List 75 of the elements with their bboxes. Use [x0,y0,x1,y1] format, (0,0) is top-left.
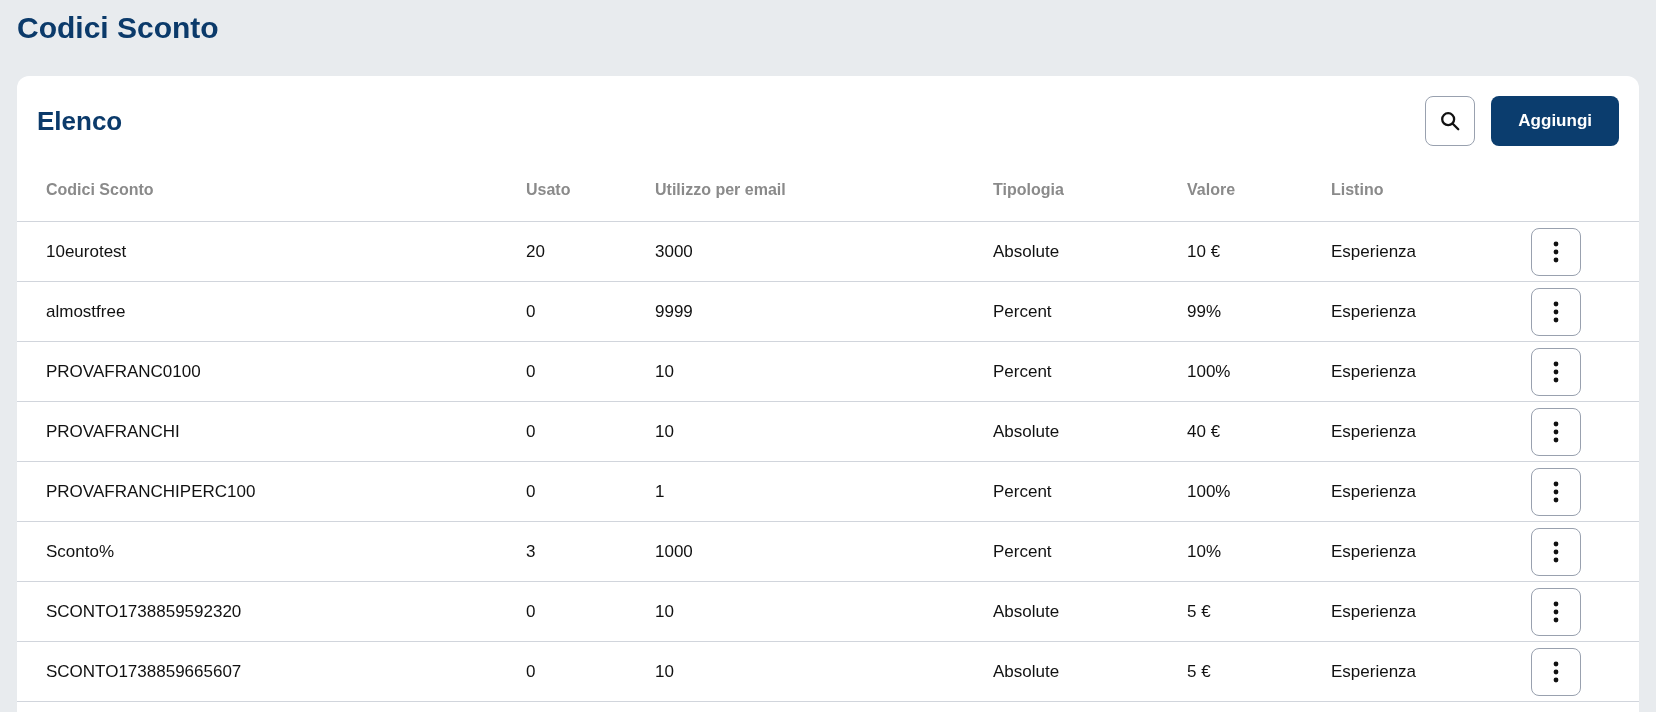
table-cell: 10eurotest [46,241,127,261]
table-cell: Esperienza [1331,601,1417,621]
row-menu-button[interactable] [1531,647,1581,696]
table-cell: 0 [526,661,536,681]
table-cell: Absolute [993,601,1060,621]
table-cell: Esperienza [1331,541,1417,561]
table-cell: 9999 [655,301,693,321]
table-cell: 3 [526,541,536,561]
table-cell: PROVAFRANCHIPERC100 [46,481,256,501]
row-menu-button[interactable] [1531,527,1581,576]
table-cell: Percent [993,481,1052,501]
search-button[interactable] [1425,96,1476,146]
table-cell: 0 [526,481,536,501]
search-icon [1439,110,1462,132]
table-cell: 5 € [1187,601,1211,621]
table-cell: PROVAFRANC0100 [46,361,201,381]
kebab-menu-icon [1553,300,1559,323]
kebab-menu-icon [1553,420,1559,443]
kebab-menu-icon [1553,540,1559,563]
row-menu-button[interactable] [1531,407,1581,456]
table-cell: 10% [1187,541,1222,561]
table-cell: 40 € [1187,421,1221,441]
row-menu-button[interactable] [1531,347,1581,396]
table-cell: Percent [993,301,1052,321]
table-cell: almostfree [46,301,126,321]
table-cell: PROVAFRANCHI [46,421,180,441]
column-header: Tipologia [993,180,1064,198]
table-cell: 100% [1187,361,1231,381]
table-cell: 10 [655,601,674,621]
table-cell: Absolute [993,241,1060,261]
kebab-menu-icon [1553,660,1559,683]
table-cell: SCONTO1738859592320 [46,601,242,621]
table-cell: 10 € [1187,241,1221,261]
kebab-menu-icon [1553,480,1559,503]
table-cell: Esperienza [1331,301,1417,321]
column-header: Usato [526,180,571,198]
column-header: Utilizzo per email [655,180,786,198]
card-title: Elenco [37,104,123,138]
table-cell: 1 [655,481,665,501]
table-cell: 20 [526,241,545,261]
table-cell: Absolute [993,661,1060,681]
table-cell: 3000 [655,241,693,261]
kebab-menu-icon [1553,600,1559,623]
row-menu-button[interactable] [1531,227,1581,276]
table-cell: Sconto% [46,541,115,561]
row-menu-button[interactable] [1531,467,1581,516]
table-cell: Esperienza [1331,421,1417,441]
table-cell: Esperienza [1331,661,1417,681]
page-title: Codici Sconto [17,10,219,46]
table-cell: 0 [526,301,536,321]
table-cell: Esperienza [1331,241,1417,261]
row-menu-button[interactable] [1531,587,1581,636]
table-cell: 10 [655,661,674,681]
kebab-menu-icon [1553,360,1559,383]
table-cell: 100% [1187,481,1231,501]
column-header: Codici Sconto [46,180,154,198]
table-cell: 10 [655,421,674,441]
table-cell: 1000 [655,541,693,561]
table-cell: Esperienza [1331,481,1417,501]
table-cell: 10 [655,361,674,381]
row-menu-button[interactable] [1531,287,1581,336]
kebab-menu-icon [1553,240,1559,263]
table-cell: SCONTO1738859665607 [46,661,242,681]
add-button[interactable]: Aggiungi [1491,96,1619,146]
table-cell: Percent [993,541,1052,561]
column-header: Listino [1331,180,1384,198]
table-cell: 99% [1187,301,1222,321]
table-cell: Percent [993,361,1052,381]
table-cell: 0 [526,601,536,621]
table-cell: Esperienza [1331,361,1417,381]
table-cell: 0 [526,361,536,381]
table-cell: 5 € [1187,661,1211,681]
table-cell: Absolute [993,421,1060,441]
column-header: Valore [1187,180,1236,198]
table-cell: 0 [526,421,536,441]
